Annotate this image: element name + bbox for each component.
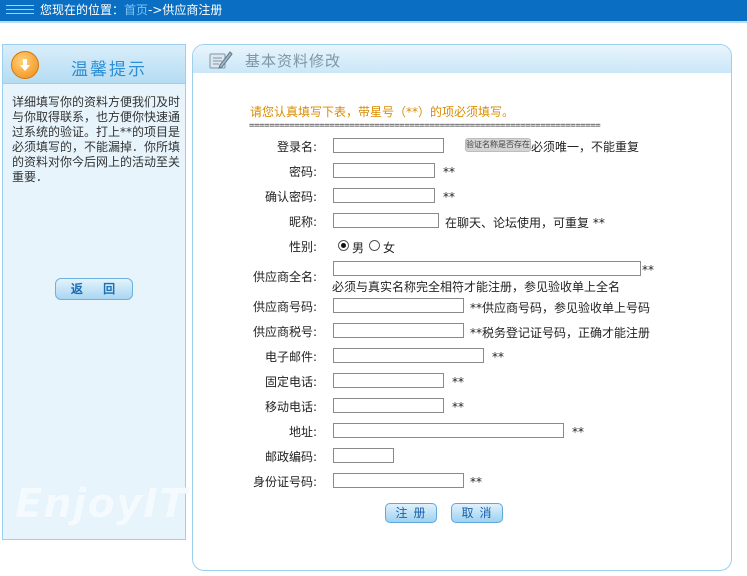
back-button[interactable]: 返 回 bbox=[55, 278, 133, 300]
fullname-required-mark: ** bbox=[642, 263, 654, 277]
email-label: 电子邮件: bbox=[264, 350, 317, 364]
password-required-mark: ** bbox=[443, 165, 455, 179]
fullname-label: 供应商全名: bbox=[252, 270, 317, 284]
login-note: 必须唯一，不能重复 bbox=[531, 140, 640, 154]
login-input[interactable] bbox=[333, 138, 444, 153]
tax-id-note: **税务登记证号码，正确才能注册 bbox=[470, 326, 651, 340]
top-bar: 您现在的位置：首页->供应商注册 bbox=[0, 0, 747, 21]
mobile-input[interactable] bbox=[333, 398, 444, 413]
register-button[interactable]: 注册 bbox=[385, 503, 437, 523]
required-notice: 请您认真填写下表，带星号（**）的项必须填写。 bbox=[250, 105, 515, 119]
breadcrumb-arrow: -> bbox=[148, 3, 163, 17]
phone-input[interactable] bbox=[333, 373, 444, 388]
tips-title: 温馨提示 bbox=[71, 60, 147, 80]
breadcrumb-prefix: 您现在的位置： bbox=[40, 3, 125, 17]
postcode-label: 邮政编码: bbox=[264, 450, 317, 464]
breadcrumb: 您现在的位置：首页->供应商注册 bbox=[40, 3, 222, 18]
nickname-label: 昵称: bbox=[288, 215, 317, 229]
tax-id-input[interactable] bbox=[333, 323, 464, 338]
form-panel: 基本资料修改 请您认真填写下表，带星号（**）的项必须填写。 =========… bbox=[192, 44, 732, 571]
address-input[interactable] bbox=[333, 423, 564, 438]
supplier-code-label: 供应商号码: bbox=[252, 300, 317, 314]
gender-male-label: 男 bbox=[352, 241, 365, 255]
id-card-input[interactable] bbox=[333, 473, 464, 488]
email-required-mark: ** bbox=[492, 350, 504, 364]
verify-name-button[interactable]: 验证名称是否存在 bbox=[465, 138, 531, 152]
top-divider bbox=[0, 21, 747, 23]
separator-line: ========================================… bbox=[249, 121, 601, 131]
cancel-button[interactable]: 取消 bbox=[451, 503, 503, 523]
gender-male-radio[interactable] bbox=[338, 240, 349, 251]
mobile-required-mark: ** bbox=[452, 400, 464, 414]
form-header: 基本资料修改 bbox=[193, 45, 731, 73]
gender-label: 性别: bbox=[288, 240, 317, 254]
gender-female-radio[interactable] bbox=[369, 240, 380, 251]
phone-label: 固定电话: bbox=[264, 375, 317, 389]
nickname-input[interactable] bbox=[333, 213, 439, 228]
mobile-label: 移动电话: bbox=[264, 400, 317, 414]
tips-text: 详细填写你的资料方便我们及时与你取得联系，也方便你快速通过系统的验证。打上**的… bbox=[12, 95, 181, 184]
edit-form-icon bbox=[209, 51, 233, 69]
gender-female-label: 女 bbox=[383, 241, 396, 255]
confirm-required-mark: ** bbox=[443, 190, 455, 204]
password-label: 密码: bbox=[288, 165, 317, 179]
confirm-password-input[interactable] bbox=[333, 188, 435, 203]
postcode-input[interactable] bbox=[333, 448, 394, 463]
down-arrow-icon bbox=[11, 51, 39, 79]
breadcrumb-current: 供应商注册 bbox=[162, 3, 223, 17]
watermark-logo: EnjoyIT bbox=[15, 481, 188, 527]
supplier-code-note: **供应商号码，参见验收单上号码 bbox=[470, 301, 651, 315]
tax-id-label: 供应商税号: bbox=[252, 325, 317, 339]
address-required-mark: ** bbox=[572, 425, 584, 439]
tips-header: 温馨提示 bbox=[3, 45, 185, 84]
login-label: 登录名: bbox=[276, 140, 317, 154]
phone-required-mark: ** bbox=[452, 375, 464, 389]
tips-panel: 温馨提示 详细填写你的资料方便我们及时与你取得联系，也方便你快速通过系统的验证。… bbox=[2, 44, 186, 540]
nickname-note: 在聊天、论坛使用，可重复 ** bbox=[445, 216, 605, 230]
fullname-note: 必须与真实名称完全相符才能注册，参见验收单上全名 bbox=[332, 280, 621, 294]
supplier-code-input[interactable] bbox=[333, 298, 464, 313]
id-card-required-mark: ** bbox=[470, 475, 482, 489]
password-input[interactable] bbox=[333, 163, 435, 178]
email-input[interactable] bbox=[333, 348, 484, 363]
fullname-input[interactable] bbox=[333, 261, 641, 276]
menu-lines-icon bbox=[6, 5, 34, 16]
id-card-label: 身份证号码: bbox=[252, 475, 317, 489]
address-label: 地址: bbox=[288, 425, 317, 439]
form-title: 基本资料修改 bbox=[245, 52, 342, 70]
confirm-password-label: 确认密码: bbox=[264, 190, 317, 204]
breadcrumb-home-link[interactable]: 首页 bbox=[124, 3, 148, 17]
